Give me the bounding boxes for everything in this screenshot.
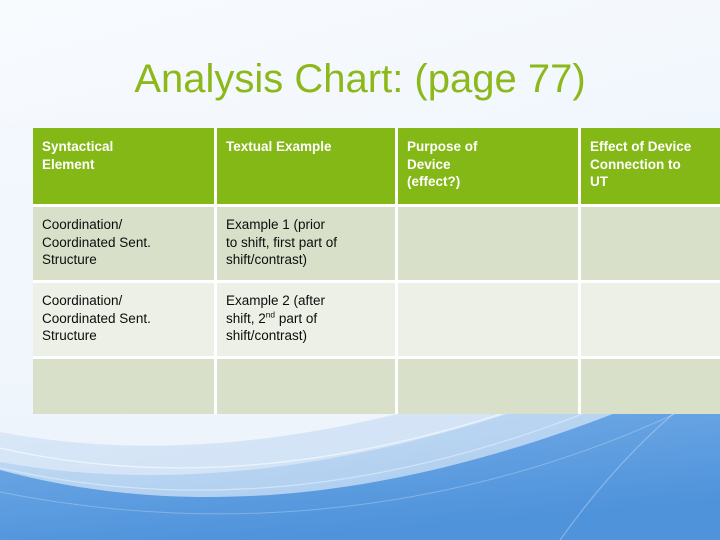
cell-syntactical-element-2: Coordination/ Coordinated Sent. Structur… bbox=[33, 283, 217, 359]
analysis-chart-table: Syntactical Element Textual Example Purp… bbox=[33, 128, 720, 414]
header-syntactical-element-line2: Element bbox=[42, 156, 95, 172]
row1-example-line1: Example 1 (prior bbox=[226, 217, 326, 232]
header-cell-purpose-of-device: Purpose of Device (effect?) bbox=[398, 128, 581, 207]
row2-example-line2-pre: shift, 2 bbox=[226, 310, 266, 326]
table-header: Syntactical Element Textual Example Purp… bbox=[33, 128, 720, 207]
header-cell-effect-of-device: Effect of Device Connection to UT bbox=[581, 128, 720, 207]
cell-purpose-of-device-3 bbox=[398, 359, 581, 414]
table-body: Coordination/ Coordinated Sent. Structur… bbox=[33, 207, 720, 414]
row1-element-line2: Coordinated Sent. bbox=[42, 234, 151, 250]
row1-example-line2: to shift, first part of bbox=[226, 234, 338, 250]
table-row: Coordination/ Coordinated Sent. Structur… bbox=[33, 283, 720, 359]
table-row: Coordination/ Coordinated Sent. Structur… bbox=[33, 207, 720, 283]
row1-element-line1: Coordination/ bbox=[42, 217, 123, 232]
cell-textual-example-2: Example 2 (after shift, 2nd part of shif… bbox=[217, 283, 398, 359]
row2-example-line2-post: part of bbox=[275, 310, 318, 326]
header-purpose-line3: (effect?) bbox=[407, 174, 461, 189]
header-purpose-line2: Device bbox=[407, 156, 451, 172]
cell-textual-example-3 bbox=[217, 359, 398, 414]
cell-effect-of-device-3 bbox=[581, 359, 720, 414]
header-textual-example-line1: Textual Example bbox=[226, 139, 332, 154]
row2-example-line2: shift, 2nd part of bbox=[226, 310, 387, 328]
row2-element-line1: Coordination/ bbox=[42, 293, 123, 308]
page-title: Analysis Chart: (page 77) bbox=[134, 57, 586, 101]
row2-example-line1: Example 2 (after bbox=[226, 293, 326, 308]
row2-element-line3: Structure bbox=[42, 328, 97, 343]
row2-example-line2-ordinal-suffix: nd bbox=[265, 309, 276, 319]
header-purpose-line1: Purpose of bbox=[407, 139, 478, 154]
table-header-row: Syntactical Element Textual Example Purp… bbox=[33, 128, 720, 207]
cell-effect-of-device-1 bbox=[581, 207, 720, 283]
header-effect-line3: UT bbox=[590, 174, 608, 189]
table-row bbox=[33, 359, 720, 414]
cell-textual-example-1: Example 1 (prior to shift, first part of… bbox=[217, 207, 398, 283]
row2-example-line3: shift/contrast) bbox=[226, 328, 308, 343]
row1-example-line3: shift/contrast) bbox=[226, 252, 308, 267]
header-cell-textual-example: Textual Example bbox=[217, 128, 398, 207]
header-effect-line1: Effect of Device bbox=[590, 139, 692, 154]
row1-element-line3: Structure bbox=[42, 252, 97, 267]
cell-purpose-of-device-2 bbox=[398, 283, 581, 359]
row2-element-line2: Coordinated Sent. bbox=[42, 310, 151, 326]
header-syntactical-element-line1: Syntactical bbox=[42, 139, 114, 154]
header-effect-line2: Connection to bbox=[590, 156, 681, 172]
header-cell-syntactical-element: Syntactical Element bbox=[33, 128, 217, 207]
cell-syntactical-element-3 bbox=[33, 359, 217, 414]
cell-effect-of-device-2 bbox=[581, 283, 720, 359]
cell-purpose-of-device-1 bbox=[398, 207, 581, 283]
slide-canvas: Analysis Chart: (page 77) Syntactical El… bbox=[0, 0, 720, 540]
cell-syntactical-element-1: Coordination/ Coordinated Sent. Structur… bbox=[33, 207, 217, 283]
